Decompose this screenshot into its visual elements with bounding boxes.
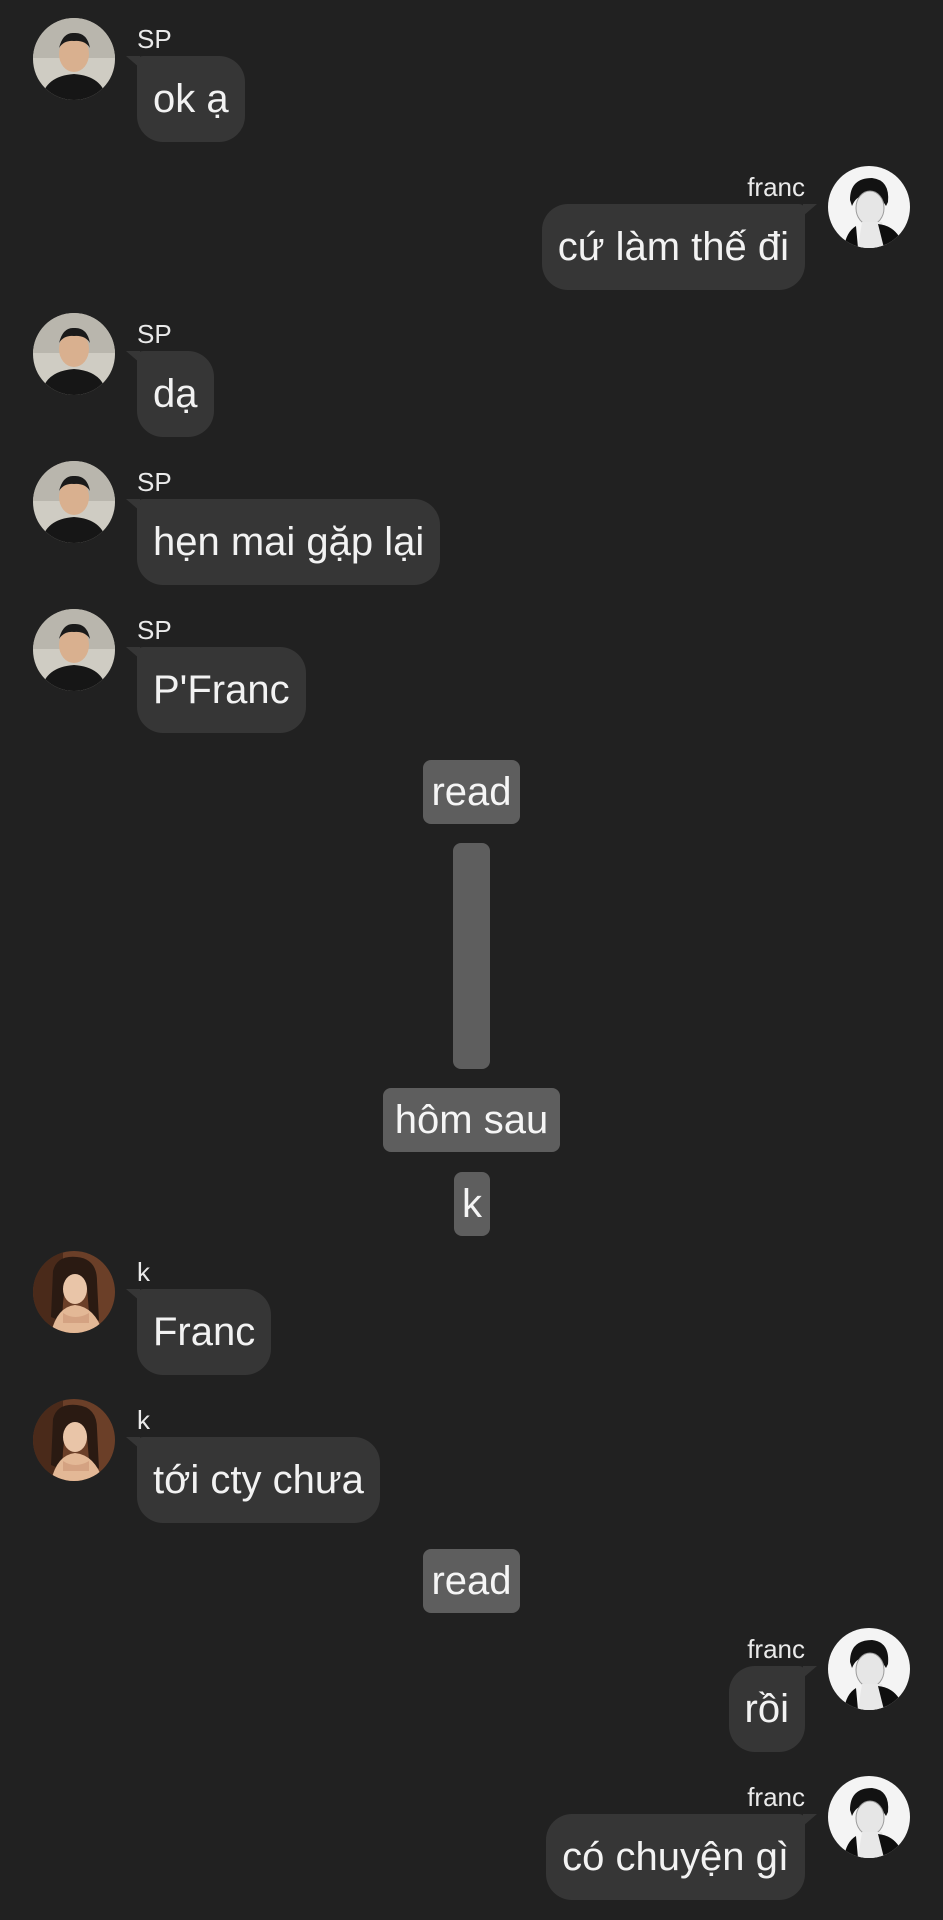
read-indicator: read [423, 760, 520, 824]
sender-name: SP [137, 467, 172, 497]
message-row: SP dạ [0, 313, 943, 443]
avatar-franc-image [828, 1628, 910, 1710]
message-bubble[interactable]: ok ạ [137, 56, 245, 142]
message-row: SP P'Franc [0, 609, 943, 739]
avatar-k-image [33, 1251, 115, 1333]
time-divider-bar [453, 843, 490, 1069]
message-row: franc rồi [0, 1628, 943, 1758]
read-indicator: read [423, 1549, 520, 1613]
message-row: SP hẹn mai gặp lại [0, 461, 943, 591]
message-bubble[interactable]: có chuyện gì [546, 1814, 805, 1900]
sender-name: SP [137, 24, 172, 54]
avatar-k[interactable] [33, 1251, 115, 1333]
message-bubble[interactable]: dạ [137, 351, 214, 437]
message-row: k Franc [0, 1251, 943, 1381]
sender-name: franc [747, 172, 805, 202]
bubble-tail [803, 1814, 817, 1826]
bubble-tail [803, 1666, 817, 1678]
avatar-franc[interactable] [828, 1628, 910, 1710]
sender-name: k [137, 1405, 150, 1435]
message-bubble[interactable]: tới cty chưa [137, 1437, 380, 1523]
message-bubble[interactable]: cứ làm thế đi [541, 204, 805, 290]
avatar-sp-image [33, 461, 115, 543]
message-row: franc có chuyện gì [0, 1776, 943, 1906]
avatar-sp[interactable] [33, 18, 115, 100]
avatar-franc[interactable] [828, 166, 910, 248]
avatar-sp[interactable] [33, 609, 115, 691]
avatar-sp-image [33, 18, 115, 100]
sender-name: k [137, 1257, 150, 1287]
sender-name: SP [137, 319, 172, 349]
message-bubble[interactable]: hẹn mai gặp lại [137, 499, 441, 585]
avatar-franc-image [828, 1776, 910, 1858]
message-row: k tới cty chưa [0, 1399, 943, 1529]
avatar-franc[interactable] [828, 1776, 910, 1858]
message-bubble[interactable]: Franc [137, 1289, 272, 1375]
avatar-sp[interactable] [33, 313, 115, 395]
sender-name: franc [747, 1634, 805, 1664]
sender-name: franc [747, 1782, 805, 1812]
message-row: SP ok ạ [0, 18, 943, 148]
message-row: franc cứ làm thế đi [0, 166, 943, 296]
message-bubble[interactable]: rồi [728, 1666, 805, 1752]
avatar-franc-image [828, 166, 910, 248]
sender-name: SP [137, 615, 172, 645]
avatar-k[interactable] [33, 1399, 115, 1481]
message-bubble[interactable]: P'Franc [137, 647, 306, 733]
speaker-label: k [454, 1172, 490, 1236]
avatar-sp-image [33, 313, 115, 395]
bubble-tail [803, 204, 817, 216]
time-skip-label: hôm sau [383, 1088, 560, 1152]
avatar-k-image [33, 1399, 115, 1481]
avatar-sp-image [33, 609, 115, 691]
avatar-sp[interactable] [33, 461, 115, 543]
